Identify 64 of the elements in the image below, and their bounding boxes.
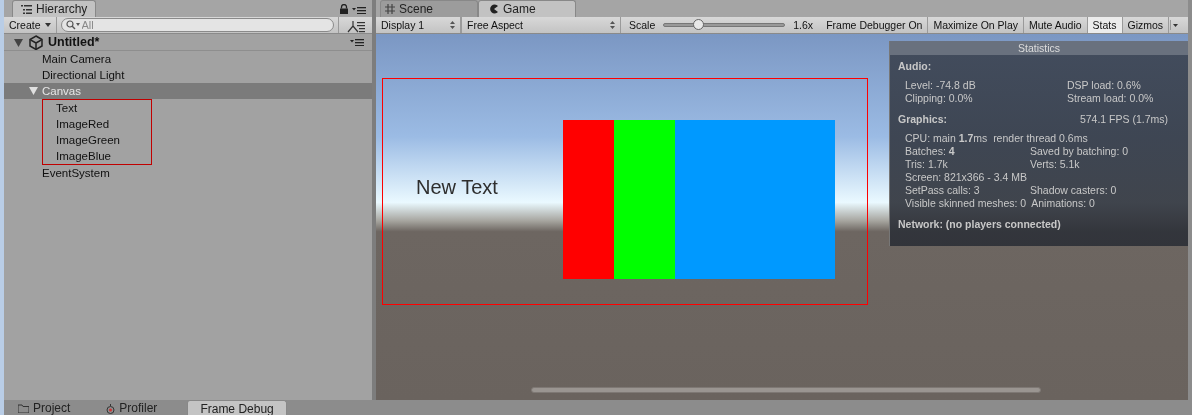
- hierarchy-item[interactable]: Text: [43, 100, 151, 116]
- hierarchy-item[interactable]: ImageBlue: [43, 148, 151, 164]
- stat-text: Verts: 5.1k: [1030, 158, 1080, 171]
- create-button[interactable]: Create: [4, 17, 57, 33]
- toolbar-toggle[interactable]: Gizmos: [1122, 17, 1170, 33]
- folder-icon: [18, 404, 29, 413]
- gauge-icon: [106, 404, 116, 414]
- scale-value: 1.6x: [793, 18, 814, 32]
- updown-icon: [610, 21, 615, 29]
- search-icon: [65, 20, 80, 30]
- stat-text: Shadow casters: 0: [1030, 184, 1117, 197]
- expand-arrow-icon[interactable]: [29, 87, 38, 95]
- bottom-tab[interactable]: Project: [12, 400, 77, 415]
- stat-text: Screen: 821x366 - 3.4 MB: [905, 171, 1027, 184]
- toolbar-toggle[interactable]: Mute Audio: [1024, 17, 1088, 33]
- hierarchy-item[interactable]: ImageRed: [43, 116, 151, 132]
- caret-icon: [44, 23, 51, 27]
- toolbar-toggle[interactable]: Frame Debugger On: [821, 17, 929, 33]
- toolbar-toggle[interactable]: Maximize On Play: [928, 17, 1025, 33]
- panel-tab[interactable]: Scene: [380, 0, 478, 17]
- display-dropdown[interactable]: Display 1: [376, 17, 461, 33]
- hierarchy-item[interactable]: Canvas: [4, 83, 372, 99]
- slider-thumb[interactable]: [693, 19, 705, 30]
- grid-icon: [385, 4, 395, 14]
- stat-text: SetPass calls: 3: [905, 184, 981, 197]
- menu-icon[interactable]: [350, 38, 364, 46]
- lock-icon[interactable]: [340, 4, 348, 14]
- stat-text: Level: -74.8 dB: [905, 79, 977, 92]
- scale-label: Scale: [629, 18, 656, 32]
- hierarchy-item[interactable]: EventSystem: [4, 165, 372, 181]
- bottom-tab[interactable]: Profiler: [100, 400, 164, 415]
- search-field[interactable]: All: [60, 18, 334, 32]
- stat-text: Saved by batching: 0: [1030, 145, 1129, 158]
- network-status: Network: (no players connected): [898, 218, 1062, 231]
- stat-text: Batches: 4: [905, 145, 956, 158]
- aspect-dropdown[interactable]: Free Aspect: [461, 17, 621, 33]
- stat-text: Tris: 1.7k: [905, 158, 949, 171]
- updown-icon: [450, 21, 455, 29]
- hierarchy-item[interactable]: Main Camera: [4, 51, 372, 67]
- hierarchy-item[interactable]: ImageGreen: [43, 132, 151, 148]
- stat-text: Stream load: 0.0%: [1067, 92, 1154, 105]
- ui-text: New Text: [416, 175, 498, 199]
- toolbar-toggle[interactable]: Stats: [1087, 17, 1123, 33]
- hierarchy-item[interactable]: Directional Light: [4, 67, 372, 83]
- stat-text: CPU: main 1.7ms render thread 0.6ms: [905, 132, 1088, 145]
- scene-row[interactable]: Untitled*: [4, 34, 372, 51]
- section-heading: Graphics:: [898, 113, 947, 126]
- fps-reading: 574.1 FPS (1.7ms): [1079, 113, 1168, 126]
- hierarchy-tab[interactable]: Hierarchy: [12, 0, 97, 17]
- stat-text: DSP load: 0.6%: [1067, 79, 1141, 92]
- stat-text: Visible skinned meshes: 0: [905, 197, 1027, 210]
- hierarchy-icon: [345, 19, 366, 33]
- scrollbar-thumb[interactable]: [531, 387, 1041, 393]
- list-icon: [21, 4, 32, 14]
- stat-text: Animations: 0: [1031, 197, 1095, 210]
- section-heading: Audio:: [898, 60, 932, 73]
- stat-text: Clipping: 0.0%: [905, 92, 974, 105]
- panel-tab[interactable]: Game: [478, 0, 576, 17]
- caret-icon[interactable]: [1170, 20, 1179, 30]
- game-icon: [489, 4, 499, 14]
- menu-icon[interactable]: [352, 6, 366, 14]
- expand-arrow-icon[interactable]: [14, 39, 23, 47]
- statistics-title: Statistics: [890, 41, 1188, 55]
- bottom-tab[interactable]: Frame Debug: [187, 400, 287, 415]
